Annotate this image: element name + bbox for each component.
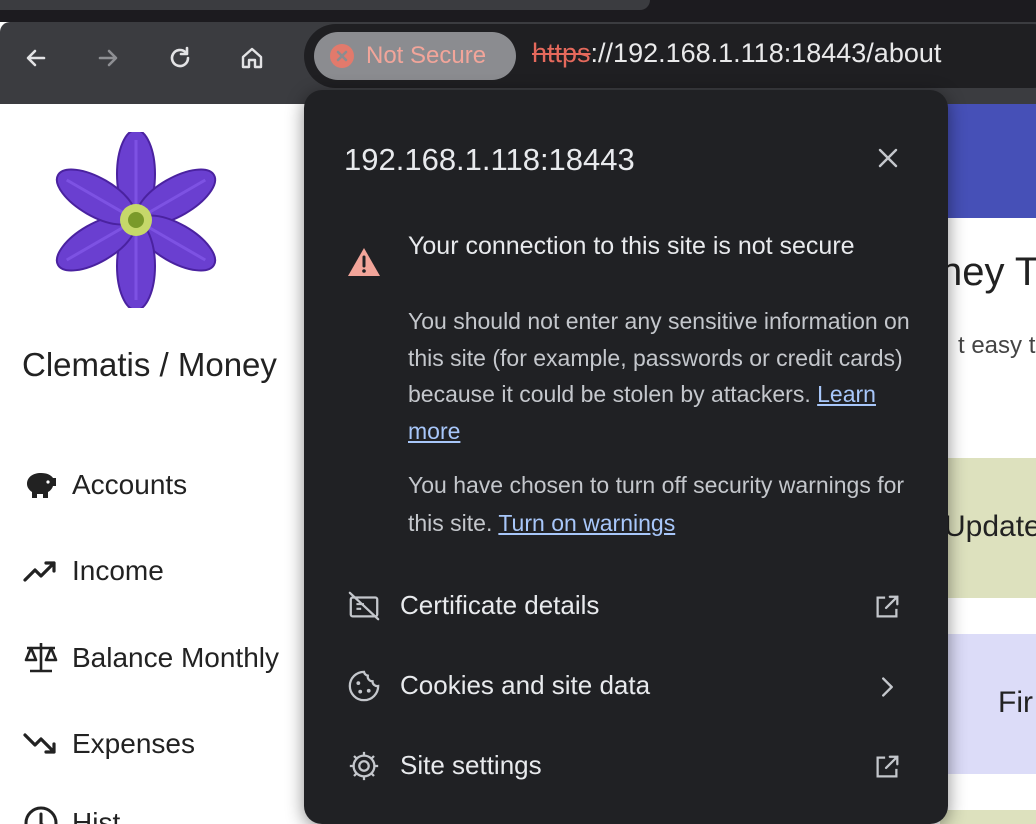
chevron-right-icon [870, 670, 904, 704]
nav-income[interactable]: Income [22, 552, 164, 590]
nav-label: Expenses [72, 728, 195, 759]
url-rest: ://192.168.1.118:18443/about [590, 38, 942, 68]
nav-history[interactable]: Hist [22, 804, 120, 824]
url-text[interactable]: https://192.168.1.118:18443/about [532, 38, 941, 69]
nav-label: Income [72, 555, 164, 586]
gear-icon [346, 748, 382, 784]
cookies-site-data-label: Cookies and site data [400, 670, 651, 700]
trending-down-icon [22, 725, 60, 763]
clock-icon [22, 804, 60, 824]
certificate-details-label: Certificate details [400, 590, 600, 620]
active-tab[interactable] [0, 0, 650, 10]
certificate-off-icon [346, 588, 382, 624]
nav-accounts[interactable]: Accounts [22, 466, 187, 504]
certificate-details-row[interactable]: Certificate details [304, 566, 948, 646]
warning-title: Your connection to this site is not secu… [408, 232, 855, 260]
url-scheme: https [532, 38, 591, 68]
nav-label: Balance Monthly [72, 642, 280, 673]
third-card[interactable] [940, 810, 1036, 824]
not-secure-label: Not Secure [366, 42, 487, 69]
tab-strip [0, 0, 1036, 22]
piggy-bank-icon [22, 466, 60, 504]
home-button[interactable] [232, 38, 272, 78]
scale-icon [22, 639, 60, 677]
site-info-popup: 192.168.1.118:18443 Your connection to t… [304, 90, 948, 824]
x-circle-icon [330, 44, 354, 68]
warning-triangle-icon [348, 248, 380, 276]
back-arrow-icon [26, 49, 46, 67]
back-button[interactable] [16, 38, 56, 78]
card-label: Update [944, 510, 1036, 543]
page-subtitle: t easy to [958, 332, 1036, 359]
address-bar[interactable]: Not Secure https://192.168.1.118:18443/a… [304, 24, 1036, 88]
app-title: Clematis / Money [22, 346, 277, 383]
reload-icon [170, 46, 190, 68]
nav-label: Accounts [72, 469, 188, 500]
forward-button[interactable] [88, 38, 128, 78]
not-secure-chip[interactable]: Not Secure [314, 32, 516, 80]
warning-body: You should not enter any sensitive infor… [408, 303, 918, 449]
site-settings-row[interactable]: Site settings [304, 726, 948, 806]
update-card[interactable]: Update [940, 458, 1036, 598]
warnings-off-notice: You have chosen to turn off security war… [408, 466, 918, 542]
first-card[interactable]: Fir [940, 634, 1036, 774]
home-icon [241, 47, 263, 69]
external-link-icon [870, 750, 904, 784]
trending-up-icon [22, 552, 60, 590]
popup-host-title: 192.168.1.118:18443 [344, 142, 635, 177]
external-link-icon [870, 590, 904, 624]
clematis-flower-logo [55, 132, 217, 308]
cookies-site-data-row[interactable]: Cookies and site data [304, 646, 948, 726]
nav-balance-monthly[interactable]: Balance Monthly [22, 639, 279, 677]
cookie-icon [346, 668, 382, 704]
nav-expenses[interactable]: Expenses [22, 725, 195, 763]
close-icon [878, 148, 898, 168]
close-button[interactable] [872, 142, 904, 174]
turn-on-warnings-link[interactable]: Turn on warnings [498, 510, 675, 536]
site-settings-label: Site settings [400, 750, 542, 780]
reload-button[interactable] [160, 38, 200, 78]
forward-arrow-icon [98, 49, 118, 67]
card-label: Fir [998, 686, 1033, 719]
nav-label: Hist [72, 807, 121, 824]
page-heading: ney T [940, 250, 1036, 294]
